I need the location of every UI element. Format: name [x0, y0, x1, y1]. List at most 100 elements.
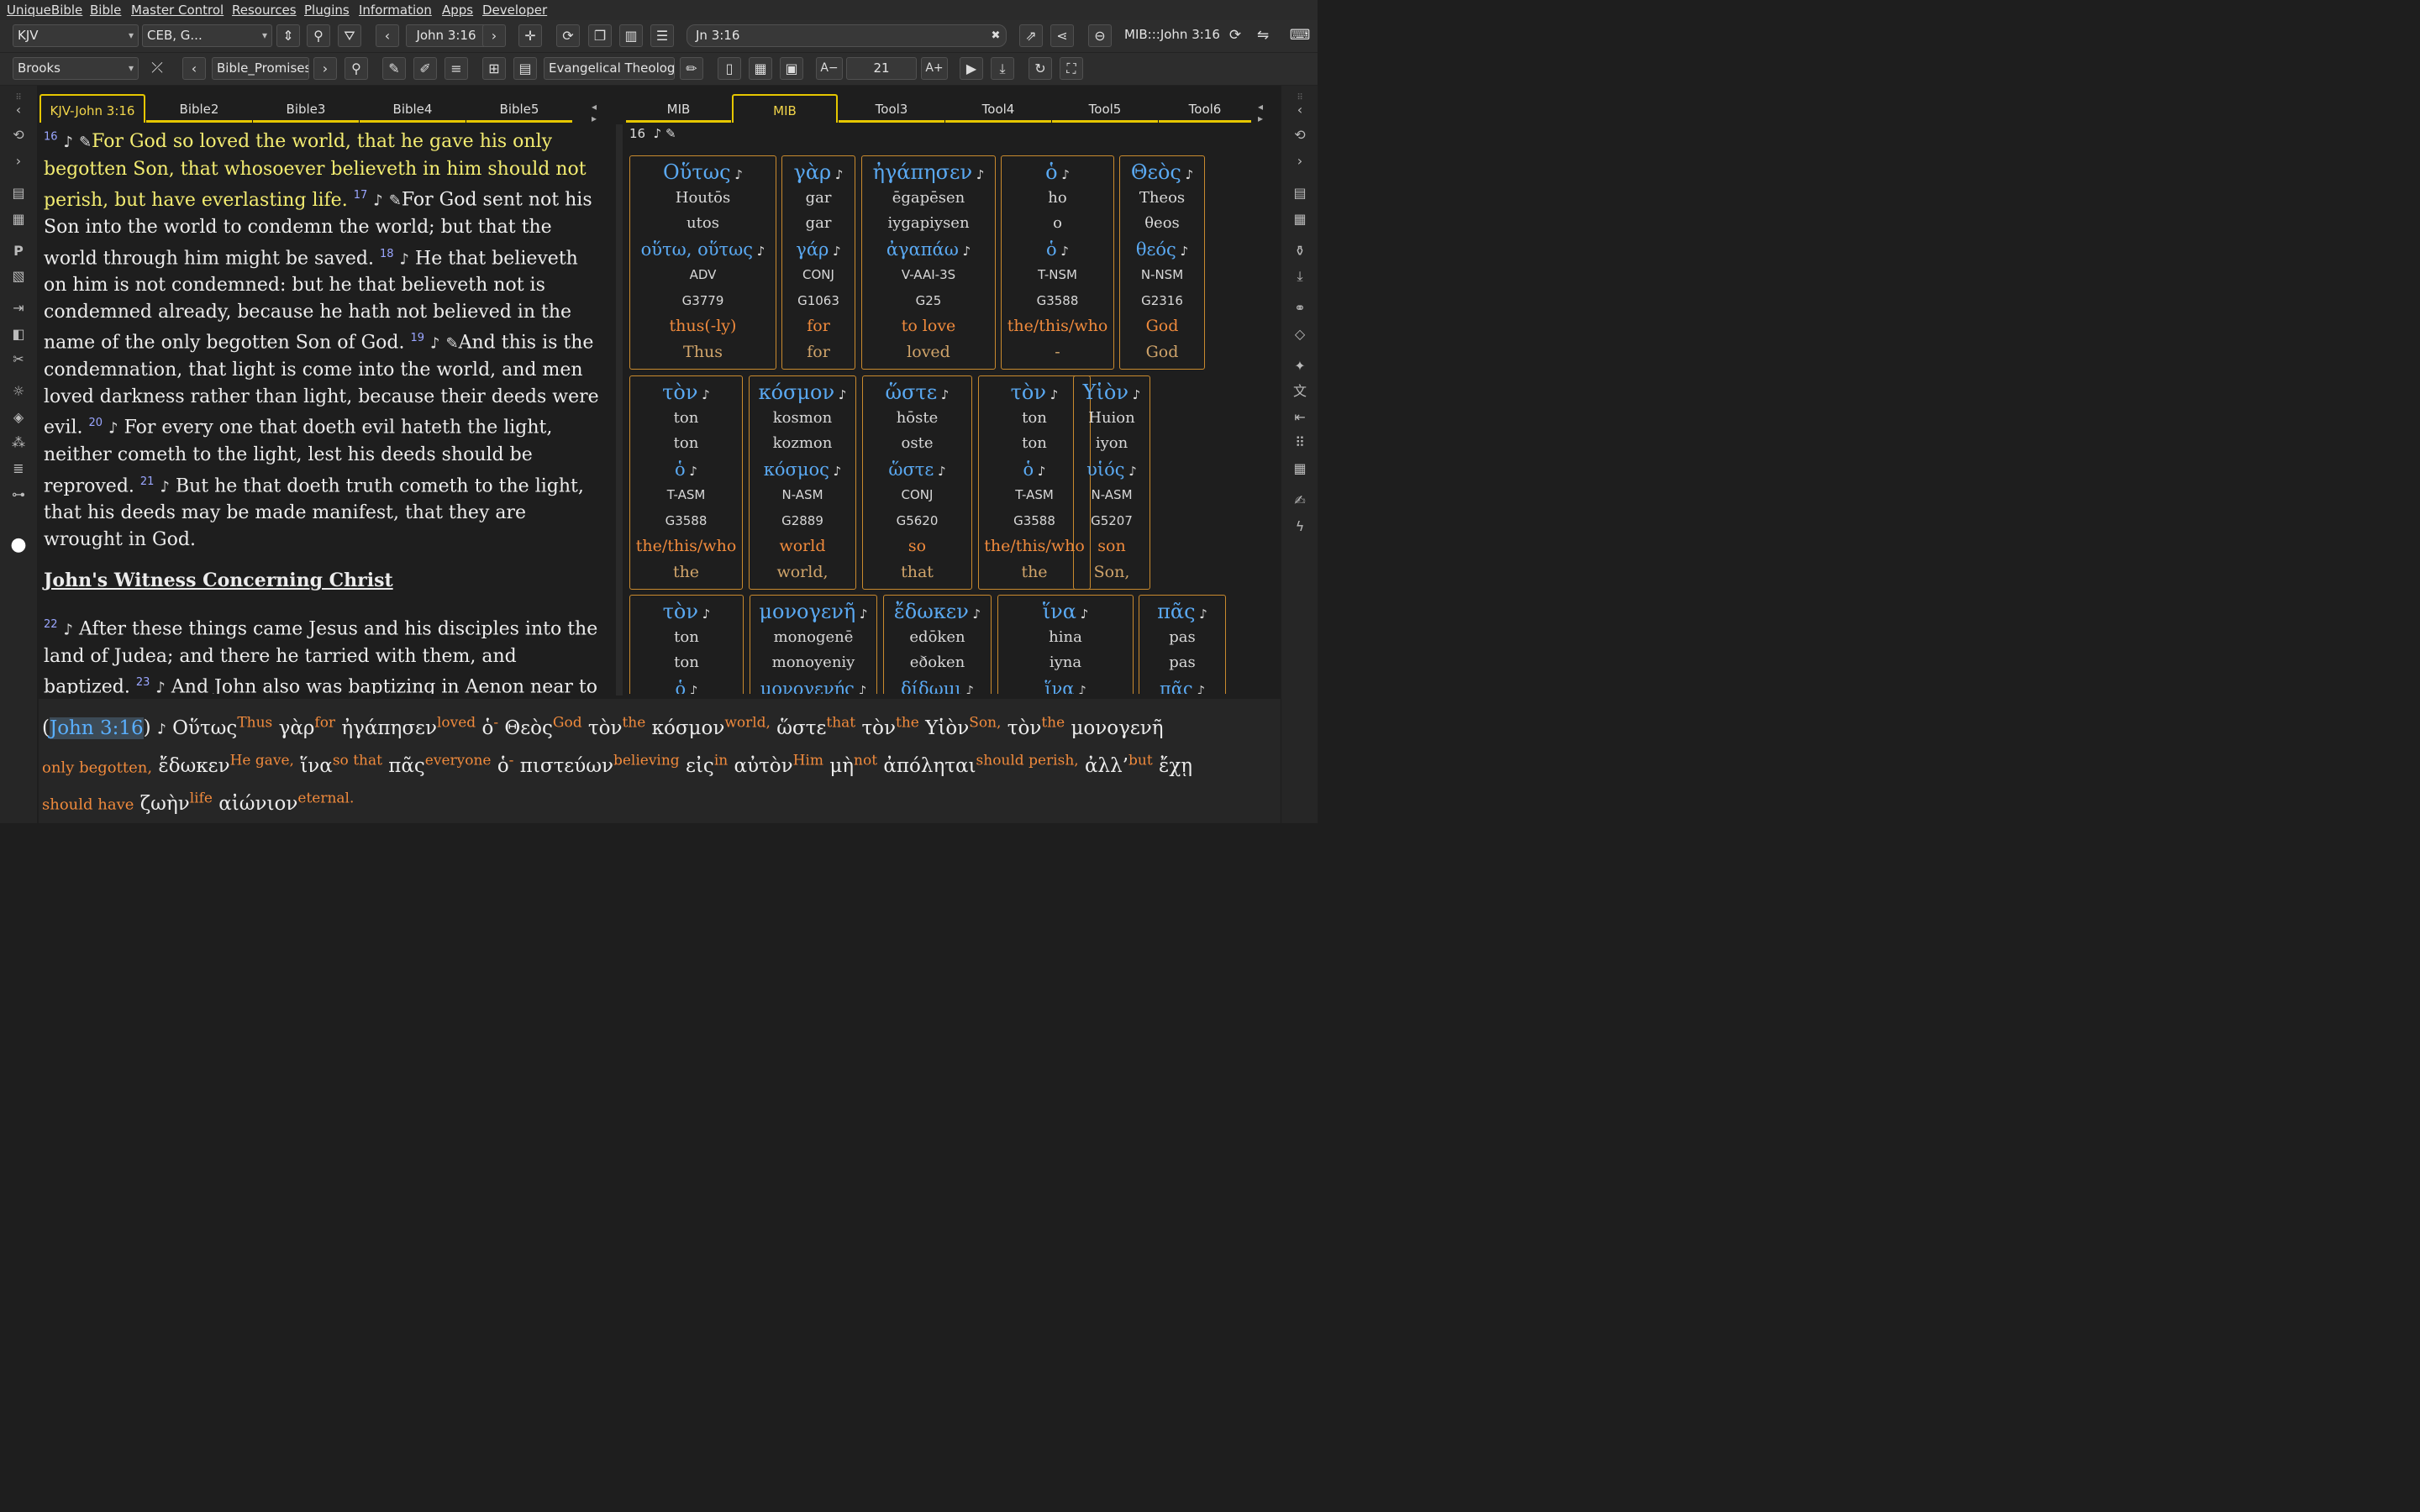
topic-button[interactable]: Bible_Promises — [212, 57, 309, 80]
reload-icon[interactable]: ↻ — [1028, 57, 1052, 80]
verse-number[interactable]: 17 — [354, 189, 368, 202]
greek-word[interactable]: ἵνα — [300, 755, 333, 777]
search-icon[interactable]: ⚲ — [307, 24, 330, 47]
audio-icon[interactable]: ♪ — [831, 167, 844, 182]
card-g[interactable]: τὸν ♪ — [630, 599, 743, 625]
audio-icon[interactable]: ♪ — [64, 621, 74, 638]
card-lex[interactable]: υἱός ♪ — [1074, 457, 1150, 483]
note-icon[interactable]: ✎ — [446, 335, 459, 353]
greek-word[interactable]: εἰς — [686, 755, 714, 777]
audio-icon[interactable]: ♪ — [1128, 387, 1141, 402]
tab-tool3[interactable]: Tool3 — [839, 94, 944, 123]
format-icon[interactable]: ≡ — [445, 57, 468, 80]
increase-font-button[interactable]: A+ — [921, 57, 948, 80]
parallel-mode-icon[interactable]: P — [8, 242, 29, 260]
card-g[interactable]: ἵνα ♪ — [998, 599, 1133, 625]
audio-icon[interactable]: ♪ — [698, 606, 711, 622]
card-lex[interactable]: πᾶς ♪ — [1139, 676, 1225, 695]
card-lex[interactable]: ὁ ♪ — [630, 457, 742, 483]
rows-icon[interactable]: ☰ — [650, 24, 674, 47]
tab-bible3[interactable]: Bible3 — [253, 94, 359, 123]
verse-reference-link[interactable]: John 3:16 — [49, 717, 144, 739]
greek-word[interactable]: Θεὸς — [504, 717, 553, 739]
word-card[interactable]: ἔδωκεν ♪ edōken eðoken δίδωμι ♪ — [883, 595, 992, 694]
tab-tool5[interactable]: Tool5 — [1052, 94, 1158, 123]
audio-icon[interactable]: ♪ — [1193, 683, 1205, 695]
menu-bible[interactable]: Bible — [90, 3, 121, 18]
lamp-icon[interactable]: ⚱ — [1290, 242, 1310, 260]
previous-topic-button[interactable]: ‹ — [182, 57, 206, 80]
card-g[interactable]: ἠγάπησεν ♪ — [862, 160, 995, 186]
swap-icon[interactable]: ⇕ — [276, 24, 300, 47]
save-icon[interactable]: ▣ — [780, 57, 803, 80]
audio-icon[interactable]: ♪ — [686, 464, 697, 479]
word-card[interactable]: Οὕτως ♪ Houtōs utos οὕτω, οὕτως ♪ ADV G3779 th… — [629, 155, 776, 370]
pdf-icon[interactable]: ▦ — [1290, 210, 1310, 228]
word-card[interactable]: Υἱὸν ♪ Huion iyon υἱός ♪ N-ASM G5207 son Son, — [1073, 375, 1150, 590]
word-card[interactable]: μονογενῆ ♪ monogenē monoyeniy μονογενής ♪ — [750, 595, 877, 694]
tab-scroll-arrows-icon[interactable]: ◂ ▸ — [592, 101, 597, 124]
card-g[interactable]: ἔδωκεν ♪ — [884, 599, 991, 625]
dots-icon[interactable]: ⁂ — [8, 433, 29, 452]
card-lex[interactable]: οὕτω, οὕτως ♪ — [630, 237, 776, 263]
audio-icon[interactable]: ♪ — [731, 167, 743, 182]
word-card[interactable]: τὸν ♪ ton ton ὁ ♪ T-ASM G3588 the/this/who the — [629, 375, 743, 590]
card-g[interactable]: τὸν ♪ — [630, 380, 742, 406]
audio-icon[interactable]: ♪ — [373, 192, 383, 210]
card-s[interactable]: G2889 — [750, 508, 855, 534]
greek-word[interactable]: ὥστε — [776, 717, 826, 739]
card-lex[interactable]: ὁ ♪ — [1002, 237, 1113, 263]
menu-uniquebible[interactable]: UniqueBible — [7, 3, 82, 18]
verse-number[interactable]: 21 — [140, 475, 155, 488]
decrease-font-button[interactable]: A− — [816, 57, 843, 80]
tab-bible5[interactable]: Bible5 — [466, 94, 572, 123]
command-input[interactable]: Jn 3:16 — [687, 24, 1007, 47]
audio-icon[interactable]: ♪ — [1176, 244, 1189, 259]
audio-icon[interactable]: ♪ — [686, 683, 698, 695]
sparkle-icon[interactable]: ✦ — [1290, 357, 1310, 375]
parallel-versions-select[interactable]: CEB, G... — [142, 24, 272, 47]
tab-mib-2[interactable]: MIB — [732, 94, 838, 123]
tab-tool4[interactable]: Tool4 — [945, 94, 1051, 123]
audio-icon[interactable]: ♪ — [829, 244, 841, 259]
theology-button[interactable]: Evangelical Theology — [544, 57, 675, 80]
audio-icon[interactable]: ♪ — [834, 387, 847, 402]
greek-word[interactable]: ἀλλ’ — [1085, 755, 1128, 777]
commentary-select[interactable]: Brooks — [13, 57, 139, 80]
card-lex[interactable]: θεός ♪ — [1120, 237, 1204, 263]
history-icon[interactable]: ⟲ — [8, 126, 29, 144]
verse-number[interactable]: 16 — [629, 126, 645, 141]
card-s[interactable]: G3588 — [1002, 288, 1113, 314]
edit-icon[interactable]: ✏ — [680, 57, 703, 80]
pdf-icon[interactable]: ▦ — [8, 210, 29, 228]
lightning-icon[interactable]: ϟ — [1290, 517, 1310, 536]
greek-word[interactable]: ὁ — [497, 755, 509, 777]
back-icon[interactable]: ‹ — [8, 101, 29, 119]
tab-mib-1[interactable]: MIB — [626, 94, 731, 123]
font-size-field[interactable]: 21 — [846, 57, 917, 80]
reference-button[interactable]: John 3:16 — [406, 24, 487, 47]
greek-word[interactable]: μονογενῆ — [1071, 717, 1163, 739]
menu-developer[interactable]: Developer — [482, 3, 547, 18]
download-icon[interactable]: ⤓ — [1290, 267, 1310, 286]
greek-word[interactable]: ἠγάπησεν — [341, 717, 437, 739]
link-icon[interactable]: ⚭ — [1290, 299, 1310, 318]
word-card[interactable]: Θεὸς ♪ Theos θeos θεός ♪ N-NSM G2316 God God — [1119, 155, 1205, 370]
audio-icon[interactable]: ♪ — [962, 683, 974, 695]
previous-chapter-button[interactable]: ‹ — [376, 24, 399, 47]
word-card[interactable]: γὰρ ♪ gar gar γάρ ♪ CONJ G1063 for for — [781, 155, 855, 370]
audio-icon[interactable]: ♪ — [969, 606, 981, 622]
unlink-icon[interactable]: ⤫ — [145, 57, 169, 80]
open-external-icon[interactable]: ⇗ — [1019, 24, 1043, 47]
greek-word[interactable]: τὸν — [1007, 717, 1042, 739]
dashboard-icon[interactable]: ▦ — [1290, 459, 1310, 478]
page-icon[interactable]: ▤ — [8, 184, 29, 202]
note-icon[interactable]: ✎ — [666, 126, 676, 141]
greek-word[interactable]: ἔχῃ — [1159, 755, 1192, 777]
audio-icon[interactable]: ♪ — [1125, 464, 1137, 479]
audio-icon[interactable]: ♪ — [855, 683, 867, 695]
translate-icon[interactable]: 文 — [1290, 382, 1310, 401]
audio-icon[interactable]: ♪ — [160, 478, 170, 496]
note-icon[interactable]: ✎ — [389, 192, 402, 210]
card-g[interactable]: γὰρ ♪ — [782, 160, 855, 186]
